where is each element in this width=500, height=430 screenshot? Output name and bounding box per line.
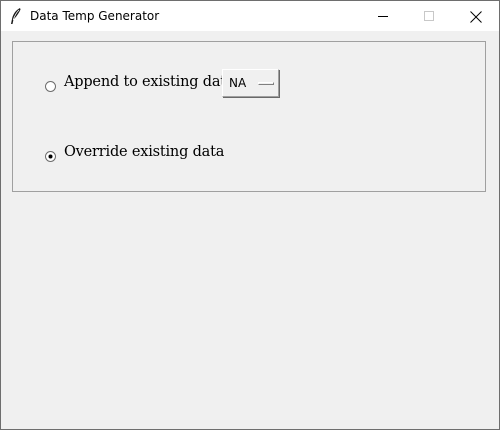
override-radio[interactable] [45, 147, 56, 162]
minimize-button[interactable] [360, 1, 406, 31]
maximize-icon [424, 11, 434, 21]
append-radio[interactable] [45, 77, 56, 92]
override-label: Override existing data [64, 144, 225, 160]
append-label: Append to existing data [64, 74, 235, 90]
override-option[interactable]: Override existing data [45, 144, 225, 162]
append-option[interactable]: Append to existing data [45, 74, 235, 92]
title-bar[interactable]: Data Temp Generator [1, 1, 499, 31]
options-frame: Append to existing data NA Override exis… [12, 41, 486, 192]
maximize-button[interactable] [406, 1, 452, 31]
close-button[interactable] [452, 1, 498, 31]
dropdown-indicator-icon [258, 82, 274, 85]
close-icon [470, 11, 482, 23]
append-target-dropdown[interactable]: NA [222, 69, 279, 97]
minimize-icon [378, 16, 388, 17]
dropdown-value: NA [229, 76, 247, 90]
feather-icon [10, 7, 22, 25]
window-client-area: Append to existing data NA Override exis… [1, 31, 499, 429]
window-title: Data Temp Generator [30, 9, 160, 23]
